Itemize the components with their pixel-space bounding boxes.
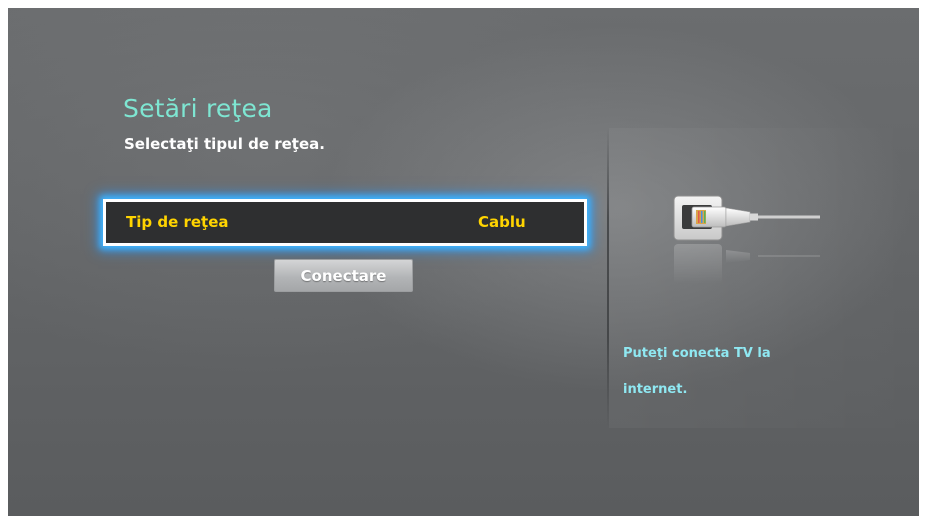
connect-button[interactable]: Conectare [274,259,413,292]
page-title: Setări reţea [123,94,273,123]
network-type-value: Cablu [478,213,526,231]
page-subtitle: Selectaţi tipul de reţea. [124,135,325,153]
panel-divider [607,128,609,428]
ethernet-cable-icon [673,195,820,284]
tv-screen: Setări reţea Selectaţi tipul de reţea. T… [8,8,919,516]
connection-hint: Puteţi conecta TV la internet. [623,346,771,397]
network-type-selector[interactable]: Tip de reţea Cablu [103,199,587,246]
network-type-label: Tip de reţea [126,213,229,231]
